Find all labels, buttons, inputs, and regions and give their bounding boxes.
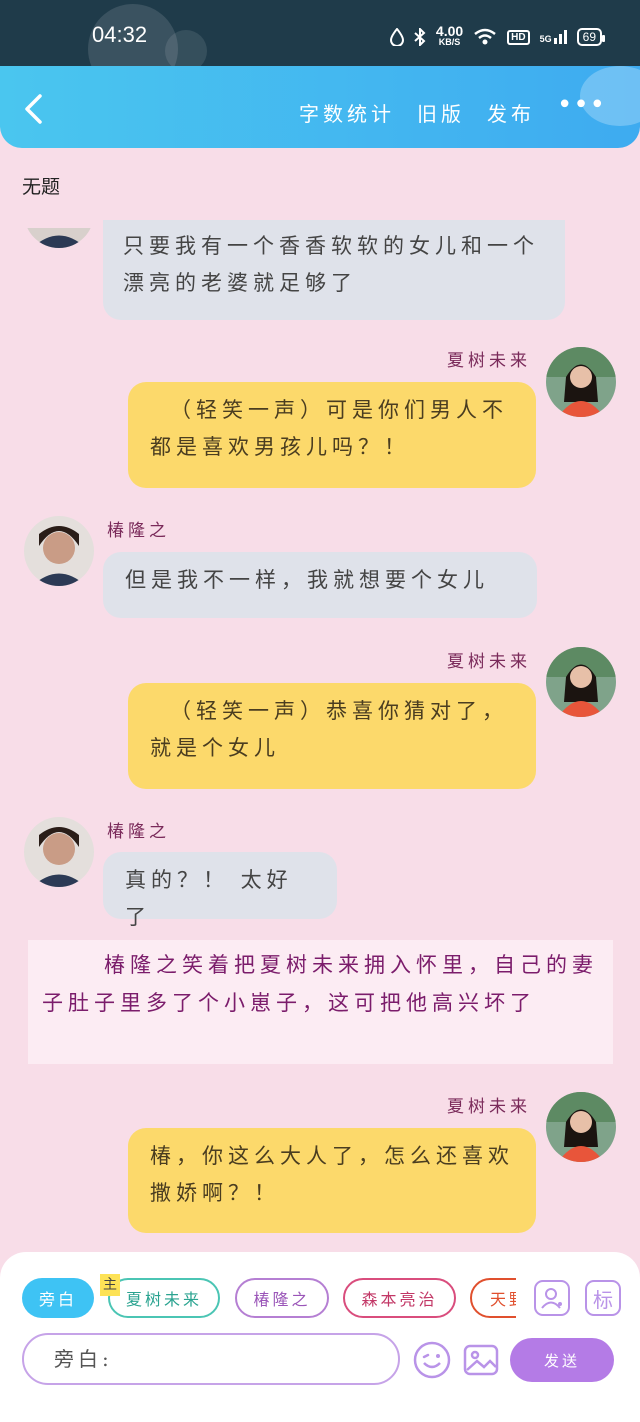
message-bubble: 但是我不一样，我就想要个女儿 (103, 552, 537, 618)
status-time: 04:32 (92, 22, 148, 47)
word-count-button[interactable]: 字数统计 (299, 98, 395, 127)
send-button[interactable]: 发送 (510, 1338, 614, 1382)
message-bubble: 真的？！ 太好了 (103, 852, 337, 929)
role-chip-amano[interactable]: 天野 (470, 1278, 516, 1318)
nav-strip (0, 1392, 640, 1422)
bluetooth-icon (414, 28, 426, 46)
hd-badge: HD (507, 29, 530, 45)
role-chip-tsubaki[interactable]: 椿隆之 (235, 1278, 329, 1318)
status-bar: 04:32 4.00 KB/S HD 5G 69 (0, 0, 640, 94)
drop-icon (389, 28, 404, 46)
wifi-icon (474, 28, 496, 45)
document-title[interactable]: 无题 (22, 172, 60, 199)
more-menu-button[interactable]: ••• (557, 92, 606, 127)
message-bubble: （轻笑一声）恭喜你猜对了，就是个女儿 (128, 683, 536, 789)
network-speed: 4.00 KB/S (435, 23, 464, 47)
sender-name: 椿隆之 (107, 521, 170, 541)
message-bubble: （轻笑一声）可是你们男人不都是喜欢男孩儿吗？！ (128, 382, 536, 488)
header-menu: 字数统计 旧版 发布 ••• (299, 92, 606, 127)
main-character-tag: 主 (100, 1274, 120, 1296)
emoji-icon[interactable] (413, 1341, 451, 1379)
avatar-tsubaki[interactable] (24, 817, 94, 887)
message-bubble: 只要我有一个香香软软的女儿和一个漂亮的老婆就足够了 (103, 220, 565, 320)
avatar-natsuki[interactable] (546, 1092, 616, 1162)
sender-name: 夏树未来 (447, 1097, 531, 1117)
sender-name: 椿隆之 (107, 822, 170, 842)
sender-name: 夏树未来 (447, 351, 531, 371)
signal-icon: 5G (540, 30, 567, 44)
role-chip-natsuki[interactable]: 夏树未来 (108, 1278, 220, 1318)
message-input[interactable] (22, 1333, 400, 1385)
character-manage-icon[interactable] (534, 1280, 570, 1316)
role-chip-narrator[interactable]: 旁白 (22, 1278, 94, 1318)
publish-button[interactable]: 发布 (487, 98, 535, 127)
avatar-natsuki[interactable] (546, 647, 616, 717)
app-header: 字数统计 旧版 发布 ••• (0, 66, 640, 148)
back-icon[interactable] (22, 94, 48, 124)
sender-name: 夏树未来 (447, 652, 531, 672)
tag-icon[interactable]: 标 (585, 1280, 621, 1316)
avatar-tsubaki[interactable] (24, 516, 94, 586)
old-version-button[interactable]: 旧版 (417, 98, 465, 127)
battery-icon: 69 (576, 28, 606, 46)
narration-block: 椿隆之笑着把夏树未来拥入怀里，自己的妻子肚子里多了个小崽子，这可把他高兴坏了 (28, 940, 613, 1064)
avatar-natsuki[interactable] (546, 347, 616, 417)
message-bubble: 椿，你这么大人了，怎么还喜欢撒娇啊？！ (128, 1128, 536, 1233)
role-chip-morimoto[interactable]: 森本亮治 (343, 1278, 456, 1318)
image-icon[interactable] (462, 1341, 500, 1379)
